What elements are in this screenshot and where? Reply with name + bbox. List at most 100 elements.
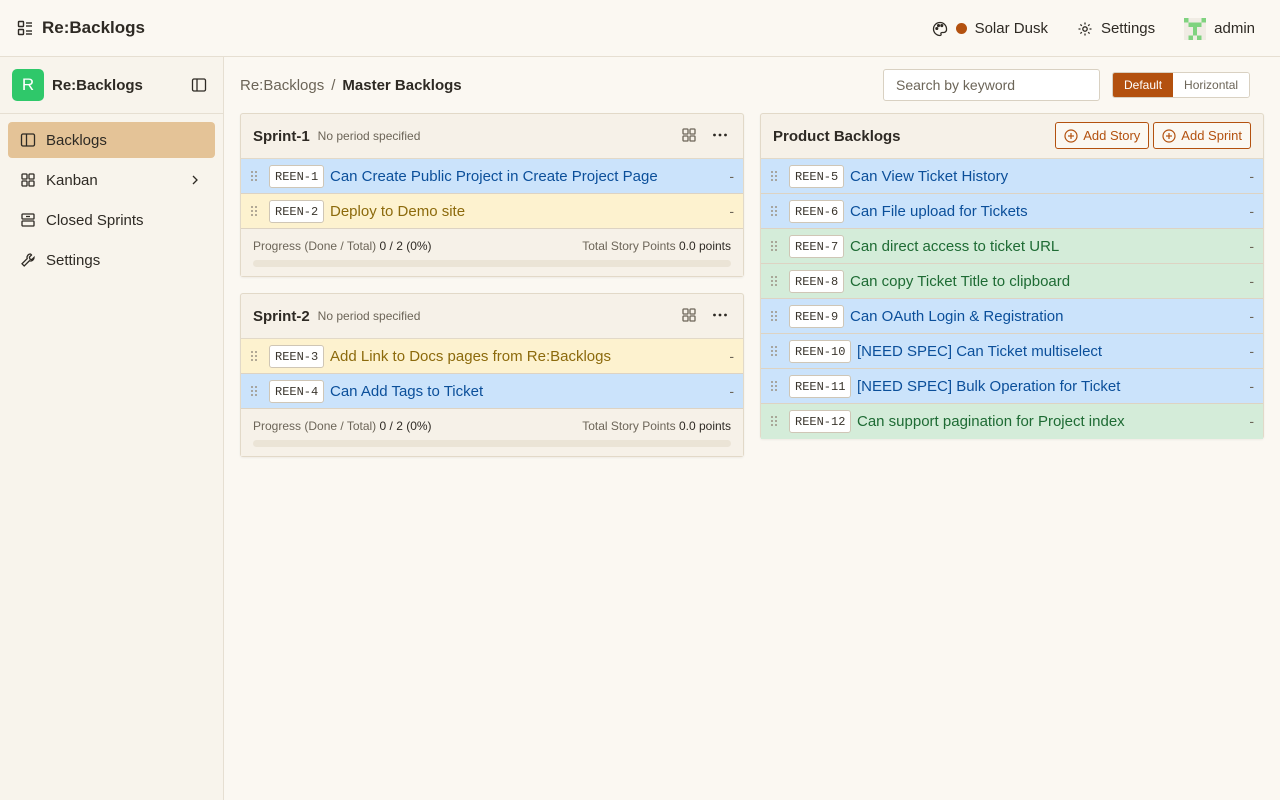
ticket-row[interactable]: REEN-4 Can Add Tags to Ticket - [241,374,743,409]
header-settings-button[interactable]: Settings [1077,20,1155,37]
sidebar-item-kanban[interactable]: Kanban [8,162,215,198]
ticket-title[interactable]: Can direct access to ticket URL [850,238,1059,255]
search-input[interactable] [883,69,1100,101]
ticket-title[interactable]: Can View Ticket History [850,168,1008,185]
progress-text: Progress (Done / Total) 0 / 2 (0%) [253,239,432,253]
sprint-footer: Progress (Done / Total) 0 / 2 (0%) Total… [241,409,743,456]
drag-handle-icon[interactable] [769,275,779,287]
story-points-value: 0.0 points [678,239,731,253]
ticket-key: REEN-2 [269,200,325,223]
user-name: admin [1214,20,1255,37]
ticket-row[interactable]: REEN-5 Can View Ticket History - [761,159,1263,194]
product-backlog-header: Product Backlogs Add Story Add Sprint [761,114,1263,159]
columns-icon [20,132,36,148]
ticket-row[interactable]: REEN-7 Can direct access to ticket URL - [761,229,1263,264]
ticket-title[interactable]: Can Create Public Project in Create Proj… [330,168,658,185]
view-default-button[interactable]: Default [1113,73,1174,97]
add-story-button[interactable]: Add Story [1055,122,1150,149]
view-horizontal-button[interactable]: Horizontal [1173,73,1250,97]
sidebar-item-label: Kanban [46,171,98,189]
ticket-title[interactable]: Can copy Ticket Title to clipboard [850,273,1070,290]
ticket-points: - [1249,273,1254,289]
ticket-row[interactable]: REEN-6 Can File upload for Tickets - [761,194,1263,229]
ticket-row[interactable]: REEN-9 Can OAuth Login & Registration - [761,299,1263,334]
ticket-row[interactable]: REEN-1 Can Create Public Project in Crea… [241,159,743,194]
sprint-header: Sprint-2 No period specified [241,294,743,339]
user-menu[interactable]: admin [1184,17,1255,40]
theme-color-swatch [955,23,967,34]
view-toggle: Default Horizontal [1112,72,1251,98]
ticket-row[interactable]: REEN-11 [NEED SPEC] Bulk Operation for Ti… [761,369,1263,404]
sidebar-item-closed-sprints[interactable]: Closed Sprints [8,202,215,238]
avatar [1184,17,1207,40]
theme-switcher[interactable]: Solar Dusk [932,20,1048,37]
app-title: Re:Backlogs [42,18,145,37]
archive-icon [20,212,36,228]
ticket-key: REEN-7 [789,235,845,258]
breadcrumb: Re:Backlogs / Master Backlogs [240,77,462,94]
drag-handle-icon[interactable] [769,345,779,357]
ticket-key: REEN-1 [269,165,325,188]
plus-circle-icon [1162,128,1176,143]
drag-handle-icon[interactable] [249,205,259,217]
board-view-icon[interactable] [681,127,697,143]
add-sprint-button[interactable]: Add Sprint [1153,122,1251,149]
brand[interactable]: Re:Backlogs [17,18,145,38]
ticket-title[interactable]: Can Add Tags to Ticket [330,383,483,400]
main-content: Re:Backlogs / Master Backlogs Default Ho… [224,57,1280,800]
drag-handle-icon[interactable] [249,350,259,362]
ticket-title[interactable]: Can support pagination for Project index [857,413,1125,430]
ticket-key: REEN-4 [269,380,325,403]
ticket-title[interactable]: Can OAuth Login & Registration [850,308,1063,325]
sidebar-toggle-icon[interactable] [191,77,207,93]
sprint-name[interactable]: Sprint-2 [253,308,310,325]
progress-value: 0 / 2 (0%) [379,239,432,253]
story-points-text: Total Story Points 0.0 points [582,239,731,253]
more-options-icon[interactable] [711,307,729,323]
ticket-title[interactable]: Add Link to Docs pages from Re:Backlogs [330,348,611,365]
sprint-panel: Sprint-1 No period specified REEN-1 Can … [240,113,744,277]
drag-handle-icon[interactable] [769,205,779,217]
progress-bar [253,440,731,447]
ticket-row[interactable]: REEN-3 Add Link to Docs pages from Re:Ba… [241,339,743,374]
palette-icon [932,21,948,37]
project-logo: R [12,69,44,101]
header-settings-label: Settings [1100,20,1156,37]
progress-bar [253,260,731,267]
sidebar-nav: Backlogs Kanban Closed Sprints Settings [0,114,223,290]
more-options-icon[interactable] [711,127,729,143]
progress-value: 0 / 2 (0%) [379,419,432,433]
ticket-row[interactable]: REEN-8 Can copy Ticket Title to clipboard… [761,264,1263,299]
ticket-row[interactable]: REEN-12 Can support pagination for Projec… [761,404,1263,439]
ticket-points: - [729,348,734,364]
product-backlog-title: Product Backlogs [773,127,901,145]
ticket-title[interactable]: Can File upload for Tickets [850,203,1028,220]
product-backlog-list: REEN-5 Can View Ticket History - REEN-6 Can … [761,159,1263,439]
sprint-name[interactable]: Sprint-1 [253,128,310,145]
drag-handle-icon[interactable] [249,385,259,397]
sprint-period: No period specified [317,129,421,143]
drag-handle-icon[interactable] [249,170,259,182]
sidebar-item-label: Backlogs [46,131,107,149]
sidebar-header: R Re:Backlogs [0,57,223,114]
ticket-row[interactable]: REEN-2 Deploy to Demo site - [241,194,743,229]
breadcrumb-root[interactable]: Re:Backlogs [240,77,324,94]
ticket-key: REEN-5 [789,165,845,188]
drag-handle-icon[interactable] [769,240,779,252]
sidebar-item-backlogs[interactable]: Backlogs [8,122,215,158]
sidebar-item-settings[interactable]: Settings [8,242,215,278]
drag-handle-icon[interactable] [769,310,779,322]
ticket-points: - [1249,378,1254,394]
board-view-icon[interactable] [681,307,697,323]
ticket-key: REEN-6 [789,200,845,223]
drag-handle-icon[interactable] [769,415,779,427]
drag-handle-icon[interactable] [769,170,779,182]
ticket-title[interactable]: Deploy to Demo site [330,203,465,220]
drag-handle-icon[interactable] [769,380,779,392]
ticket-title[interactable]: [NEED SPEC] Can Ticket multiselect [857,343,1102,360]
theme-label: Solar Dusk [974,20,1048,37]
ticket-key: REEN-3 [269,345,325,368]
ticket-title[interactable]: [NEED SPEC] Bulk Operation for Ticket [857,378,1120,395]
product-backlog-panel: Product Backlogs Add Story Add Sprint RE… [760,113,1264,439]
ticket-row[interactable]: REEN-10 [NEED SPEC] Can Ticket multiselec… [761,334,1263,369]
